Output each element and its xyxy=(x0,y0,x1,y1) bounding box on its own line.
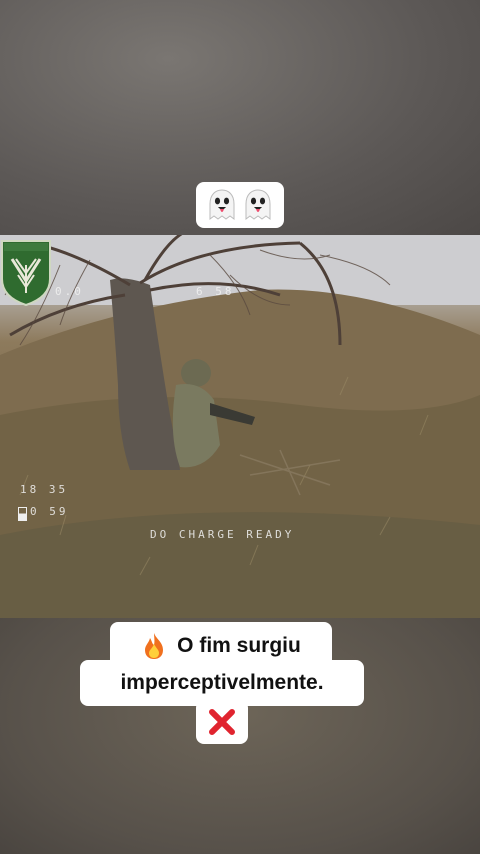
osd-status-text: DO CHARGE READY xyxy=(150,528,295,541)
osd-readout-top-mid: 6 58 xyxy=(196,285,235,298)
cross-mark-icon xyxy=(209,709,235,735)
ghost-icon xyxy=(209,189,235,220)
caption-text-line-2: imperceptivelmente. xyxy=(120,671,324,694)
drone-video-frame[interactable]: 0.0 6 58 18 35 0 59 DO CHARGE READY xyxy=(0,235,480,618)
caption-line-3 xyxy=(196,700,248,744)
ghost-emoji-sticker xyxy=(196,182,284,228)
osd-readout-left-1: 18 35 xyxy=(20,483,69,496)
caption-text-line-1: O fim surgiu xyxy=(177,634,301,657)
ghost-icon xyxy=(245,189,271,220)
osd-readout-top-left: 0.0 xyxy=(55,285,84,298)
osd-readout-left-2: 0 59 xyxy=(30,505,69,518)
battery-icon xyxy=(18,507,27,521)
fire-icon xyxy=(145,633,164,659)
unit-shield-badge-icon xyxy=(1,240,51,307)
